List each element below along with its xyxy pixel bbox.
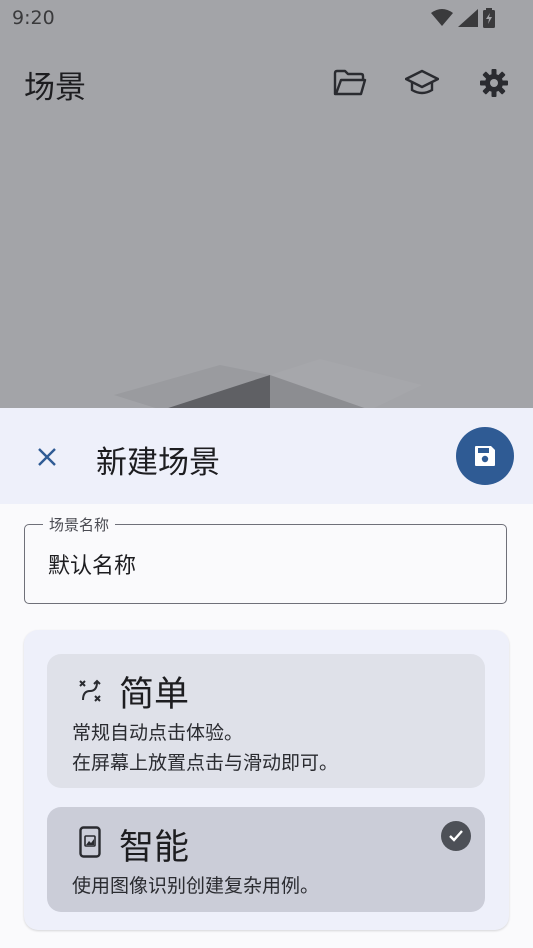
phone-image-icon — [75, 826, 105, 858]
empty-box-illustration — [114, 359, 422, 415]
settings-icon[interactable] — [475, 64, 513, 102]
status-bar: 9:20 — [0, 0, 533, 36]
school-icon[interactable] — [403, 64, 441, 102]
option-simple[interactable]: 简单 常规自动点击体验。 在屏幕上放置点击与滑动即可。 — [47, 654, 485, 788]
sheet-header: 新建场景 — [0, 408, 533, 504]
sheet-title: 新建场景 — [96, 445, 220, 481]
swipe-icon — [75, 676, 105, 706]
option-smart-desc: 使用图像识别创建复杂用例。 — [72, 875, 320, 897]
signal-icon — [458, 9, 478, 27]
save-button[interactable] — [456, 427, 514, 485]
app-bar-actions — [331, 64, 513, 102]
check-circle-icon — [441, 821, 471, 851]
close-icon — [38, 448, 56, 466]
close-button[interactable] — [28, 438, 66, 476]
option-smart-title: 智能 — [119, 828, 190, 868]
option-simple-title: 简单 — [119, 675, 190, 715]
new-scenario-sheet: 新建场景 场景名称 简单 常规自动点击体验。 在屏幕上放置点击与滑动即可。 智能… — [0, 408, 533, 948]
status-time: 9:20 — [12, 7, 55, 29]
option-smart[interactable]: 智能 使用图像识别创建复杂用例。 — [47, 807, 485, 912]
battery-icon — [483, 8, 495, 28]
wifi-icon — [431, 9, 453, 26]
scenario-name-input[interactable] — [48, 551, 468, 576]
scenario-name-label: 场景名称 — [43, 514, 116, 535]
status-icons — [431, 8, 495, 28]
scenario-type-card: 简单 常规自动点击体验。 在屏幕上放置点击与滑动即可。 智能 使用图像识别创建复… — [24, 630, 509, 930]
option-simple-desc-1: 常规自动点击体验。 — [72, 722, 244, 744]
option-simple-desc-2: 在屏幕上放置点击与滑动即可。 — [72, 752, 339, 774]
page-title: 场景 — [24, 70, 86, 106]
save-icon — [475, 446, 495, 466]
scenario-name-field[interactable]: 场景名称 — [24, 514, 507, 604]
folder-open-icon[interactable] — [331, 64, 369, 102]
